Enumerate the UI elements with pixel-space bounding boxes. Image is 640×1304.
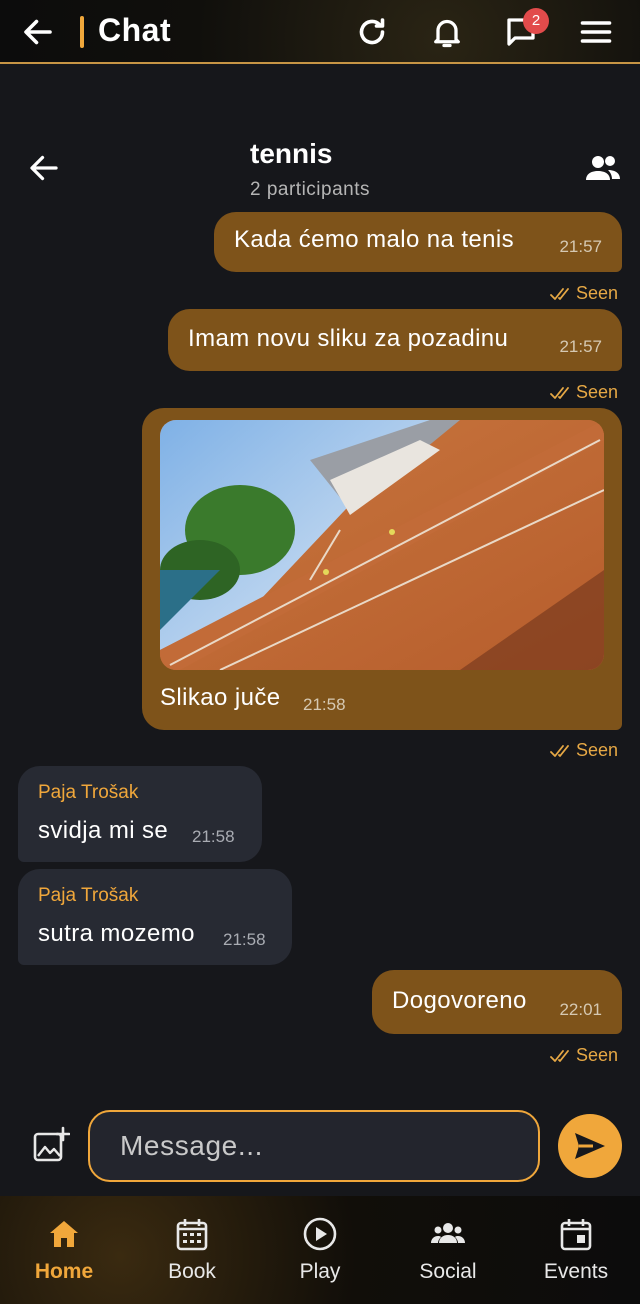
refresh-icon[interactable] (354, 14, 390, 50)
participants-icon[interactable] (584, 152, 622, 184)
double-check-icon (550, 1049, 569, 1062)
page-title: Chat (98, 12, 172, 48)
double-check-icon (550, 744, 569, 757)
double-check-icon (550, 287, 569, 300)
message-input[interactable] (88, 1110, 540, 1182)
home-icon (50, 1221, 78, 1247)
nav-label: Play (299, 1260, 341, 1283)
sender-name: Paja Trošak (38, 885, 139, 906)
message-text: Imam novu sliku za pozadinu (188, 325, 509, 352)
message-text: Dogovoreno (392, 987, 527, 1014)
message-time: 21:58 (192, 827, 235, 846)
seen-label: Seen (575, 740, 618, 760)
message-bubble[interactable]: Imam novu sliku za pozadinu 21:57 (168, 309, 622, 371)
seen-label: Seen (575, 382, 618, 402)
nav-label: Social (419, 1260, 477, 1283)
play-circle-icon (303, 1217, 337, 1251)
double-check-icon (550, 386, 569, 399)
bottom-navigation: Home Book Play Social Events (0, 1196, 640, 1304)
seen-label: Seen (575, 1045, 618, 1065)
seen-label: Seen (575, 283, 618, 303)
send-icon (575, 1133, 605, 1159)
message-text: Slikao juče (160, 684, 281, 711)
sender-name: Paja Trošak (38, 782, 139, 803)
app-top-bar: Chat 2 (0, 0, 640, 64)
chat-title: tennis (250, 138, 333, 169)
message-time: 21:58 (303, 695, 346, 714)
tennis-court-photo[interactable] (160, 420, 604, 670)
message-bubble[interactable]: Kada ćemo malo na tenis 21:57 (214, 212, 622, 272)
seen-status: Seen (550, 382, 618, 403)
message-bubble[interactable]: Paja Trošak svidja mi se 21:58 (18, 766, 262, 862)
notification-badge: 2 (523, 8, 549, 34)
bell-icon[interactable] (429, 14, 465, 50)
nav-social[interactable]: Social (384, 1196, 512, 1304)
calendar-grid-icon (176, 1219, 208, 1251)
menu-icon[interactable] (578, 14, 614, 50)
seen-status: Seen (550, 283, 618, 304)
nav-book[interactable]: Book (128, 1196, 256, 1304)
nav-events[interactable]: Events (512, 1196, 640, 1304)
participants-count: 2 participants (250, 179, 371, 200)
nav-label: Events (543, 1260, 609, 1283)
message-time: 21:57 (559, 337, 602, 356)
message-time: 22:01 (559, 1000, 602, 1019)
image-message-bubble[interactable]: Slikao juče 21:58 (142, 408, 622, 730)
message-time: 21:57 (559, 237, 602, 256)
message-bubble[interactable]: Dogovoreno 22:01 (372, 970, 622, 1034)
message-time: 21:58 (223, 930, 266, 949)
nav-label: Home (34, 1260, 94, 1283)
chat-back-icon[interactable] (26, 150, 62, 186)
send-button[interactable] (558, 1114, 622, 1178)
nav-label: Book (168, 1260, 216, 1283)
nav-play[interactable]: Play (256, 1196, 384, 1304)
tennis-court-image (160, 420, 604, 670)
add-image-icon[interactable] (32, 1126, 70, 1164)
message-text: sutra mozemo (38, 920, 195, 947)
seen-status: Seen (550, 1045, 618, 1066)
nav-home[interactable]: Home (0, 1196, 128, 1304)
title-divider (80, 16, 84, 48)
message-text: Kada ćemo malo na tenis (234, 226, 515, 253)
message-text: svidja mi se (38, 817, 169, 844)
arrow-left-icon[interactable] (20, 14, 56, 50)
seen-status: Seen (550, 740, 618, 761)
message-bubble[interactable]: Paja Trošak sutra mozemo 21:58 (18, 869, 292, 965)
group-icon (431, 1223, 465, 1243)
event-icon (560, 1219, 592, 1251)
